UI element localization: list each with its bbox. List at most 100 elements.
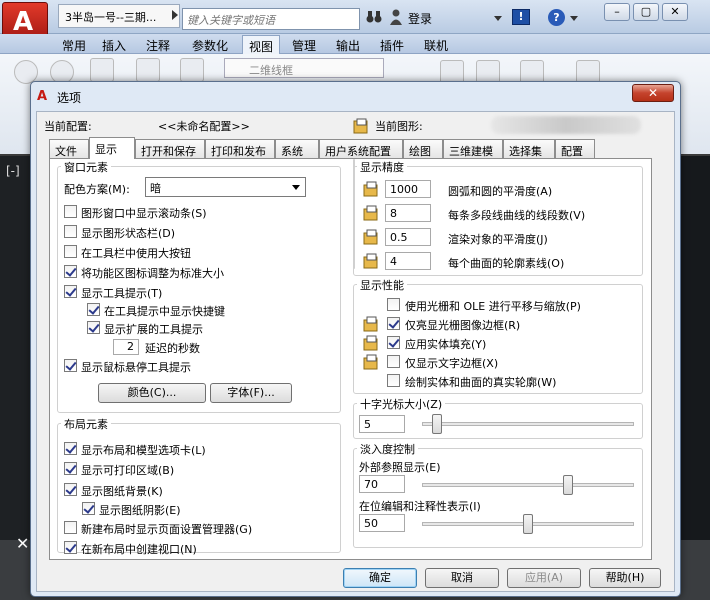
current-profile-value: <<未命名配置>> <box>158 120 250 133</box>
arc-smoothness-label: 圆弧和圆的平滑度(A) <box>448 185 553 198</box>
tooltip-delay-label: 延迟的秒数 <box>145 342 200 355</box>
create-viewport-checkbox[interactable] <box>64 541 77 554</box>
close-icon[interactable]: ✕ <box>16 534 29 553</box>
paper-shadow-checkbox[interactable] <box>82 502 95 515</box>
page-setup-manager-checkbox[interactable] <box>64 521 77 534</box>
tab-display[interactable]: 显示 <box>89 137 135 159</box>
apply-button[interactable]: 应用(A) <box>507 568 581 588</box>
visual-style-combo[interactable]: 二维线框 <box>224 58 384 78</box>
options-dialog: A 选项 ✕ 当前配置: <<未命名配置>> 当前图形: 文件 显示 打开和保存… <box>30 81 681 597</box>
cube-icon[interactable] <box>136 58 160 82</box>
window-elements-title: 窗口元素 <box>61 159 111 175</box>
crosshair-size-input[interactable]: 5 <box>359 415 405 433</box>
true-silhouettes-checkbox[interactable] <box>387 374 400 387</box>
xref-fade-input[interactable]: 70 <box>359 475 405 493</box>
tab-drafting[interactable]: 绘图 <box>403 139 443 158</box>
triangle-right-icon[interactable] <box>172 10 178 20</box>
drawing-file-icon <box>363 229 378 245</box>
display-performance-group <box>353 159 355 269</box>
cancel-button[interactable]: 取消 <box>425 568 499 588</box>
color-scheme-select[interactable]: 暗 <box>145 177 306 197</box>
login-link[interactable]: 登录 <box>408 10 432 27</box>
large-buttons-checkbox[interactable] <box>64 245 77 258</box>
tab-selection[interactable]: 选择集 <box>503 139 555 158</box>
crosshair-size-title: 十字光标大小(Z) <box>357 396 446 412</box>
page-setup-manager-label: 新建布局时显示页面设置管理器(G) <box>81 523 253 536</box>
ribbon-icons-standard-checkbox[interactable] <box>64 265 77 278</box>
dialog-title-bar: A 选项 ✕ <box>31 82 680 110</box>
binoculars-icon[interactable] <box>366 10 382 24</box>
layout-model-tabs-label: 显示布局和模型选项卡(L) <box>81 444 206 457</box>
inplace-fade-input[interactable]: 50 <box>359 514 405 532</box>
tab-profiles[interactable]: 配置 <box>555 139 595 158</box>
arc-smoothness-input[interactable]: 1000 <box>385 180 431 198</box>
tab-plot-publish[interactable]: 打印和发布 <box>205 139 275 158</box>
exchange-icon[interactable]: ! <box>512 9 530 25</box>
help-icon[interactable]: ? <box>548 9 565 26</box>
raster-frame-checkbox[interactable] <box>387 317 400 330</box>
show-tooltips-checkbox[interactable] <box>64 285 77 298</box>
chevron-down-icon[interactable] <box>494 16 502 21</box>
ribbon-tab-output[interactable]: 输出 <box>330 35 366 54</box>
ribbon-tab-home[interactable]: 常用 <box>56 35 92 54</box>
fonts-button[interactable]: 字体(F)... <box>210 383 292 403</box>
xref-fade-slider[interactable] <box>422 483 634 487</box>
chevron-down-icon[interactable] <box>570 16 578 21</box>
show-tooltips-label: 显示工具提示(T) <box>81 287 163 300</box>
show-scrollbars-checkbox[interactable] <box>64 205 77 218</box>
viewport-label[interactable]: [-] <box>6 164 20 178</box>
ribbon-tab-manage[interactable]: 管理 <box>286 35 322 54</box>
rollover-tooltips-label: 显示鼠标悬停工具提示 <box>81 361 191 374</box>
dialog-close-button[interactable]: ✕ <box>632 84 674 102</box>
close-window-button[interactable]: ✕ <box>662 3 688 21</box>
user-icon[interactable] <box>390 9 402 25</box>
ribbon-tab-annotate[interactable]: 注释 <box>140 35 176 54</box>
tooltip-shortcut-checkbox[interactable] <box>87 303 100 316</box>
ribbon-tab-parametric[interactable]: 参数化 <box>186 35 234 54</box>
pan-icon[interactable] <box>90 58 114 82</box>
contour-lines-input[interactable]: 4 <box>385 252 431 270</box>
show-status-bar-checkbox[interactable] <box>64 225 77 238</box>
raster-frame-label: 仅亮显光栅图像边框(R) <box>405 319 521 332</box>
ribbon-tab-plugins[interactable]: 插件 <box>374 35 410 54</box>
display-performance-title: 显示性能 <box>357 277 407 293</box>
crosshair-size-thumb[interactable] <box>432 414 443 434</box>
paper-background-checkbox[interactable] <box>64 483 77 496</box>
inplace-fade-thumb[interactable] <box>523 514 533 534</box>
render-smoothness-input[interactable]: 0.5 <box>385 228 431 246</box>
tab-open-save[interactable]: 打开和保存 <box>135 139 205 158</box>
help-button[interactable]: 帮助(H) <box>589 568 661 588</box>
dialog-title: 选项 <box>57 91 82 105</box>
crosshair-size-slider[interactable] <box>422 422 634 426</box>
extended-tooltips-checkbox[interactable] <box>87 321 100 334</box>
ribbon-tab-online[interactable]: 联机 <box>418 35 454 54</box>
tab-system[interactable]: 系统 <box>275 139 319 158</box>
tab-user-preferences[interactable]: 用户系统配置 <box>319 139 403 158</box>
solid-fill-checkbox[interactable] <box>387 336 400 349</box>
maximize-button[interactable]: ▢ <box>633 3 659 21</box>
large-buttons-label: 在工具栏中使用大按钮 <box>81 247 191 260</box>
text-frame-checkbox[interactable] <box>387 355 400 368</box>
polyline-segments-input[interactable]: 8 <box>385 204 431 222</box>
render-smoothness-label: 渲染对象的平滑度(J) <box>448 233 548 246</box>
tab-files[interactable]: 文件 <box>49 139 89 158</box>
app-title-bar: A 3半岛一号--三期... 键入关键字或短语 登录 ! ? – ▢ ✕ <box>0 0 710 46</box>
ribbon-tab-view[interactable]: 视图 <box>242 35 281 54</box>
ok-button[interactable]: 确定 <box>343 568 417 588</box>
paper-shadow-label: 显示图纸阴影(E) <box>99 504 181 517</box>
rollover-tooltips-checkbox[interactable] <box>64 359 77 372</box>
show-scrollbars-label: 图形窗口中显示滚动条(S) <box>81 207 207 220</box>
minimize-button[interactable]: – <box>604 3 630 21</box>
raster-ole-pan-label: 使用光栅和 OLE 进行平移与缩放(P) <box>405 300 581 313</box>
printable-area-checkbox[interactable] <box>64 462 77 475</box>
paper-background-label: 显示图纸背景(K) <box>81 485 163 498</box>
ribbon-tab-insert[interactable]: 插入 <box>96 35 132 54</box>
xref-fade-thumb[interactable] <box>563 475 574 495</box>
raster-ole-pan-checkbox[interactable] <box>387 298 400 311</box>
colors-button[interactable]: 颜色(C)... <box>98 383 206 403</box>
tab-3d-modeling[interactable]: 三维建模 <box>443 139 503 158</box>
tooltip-delay-input[interactable]: 2 <box>113 339 139 355</box>
camera-icon[interactable] <box>180 58 204 82</box>
search-input[interactable]: 键入关键字或短语 <box>182 8 360 30</box>
layout-model-tabs-checkbox[interactable] <box>64 442 77 455</box>
